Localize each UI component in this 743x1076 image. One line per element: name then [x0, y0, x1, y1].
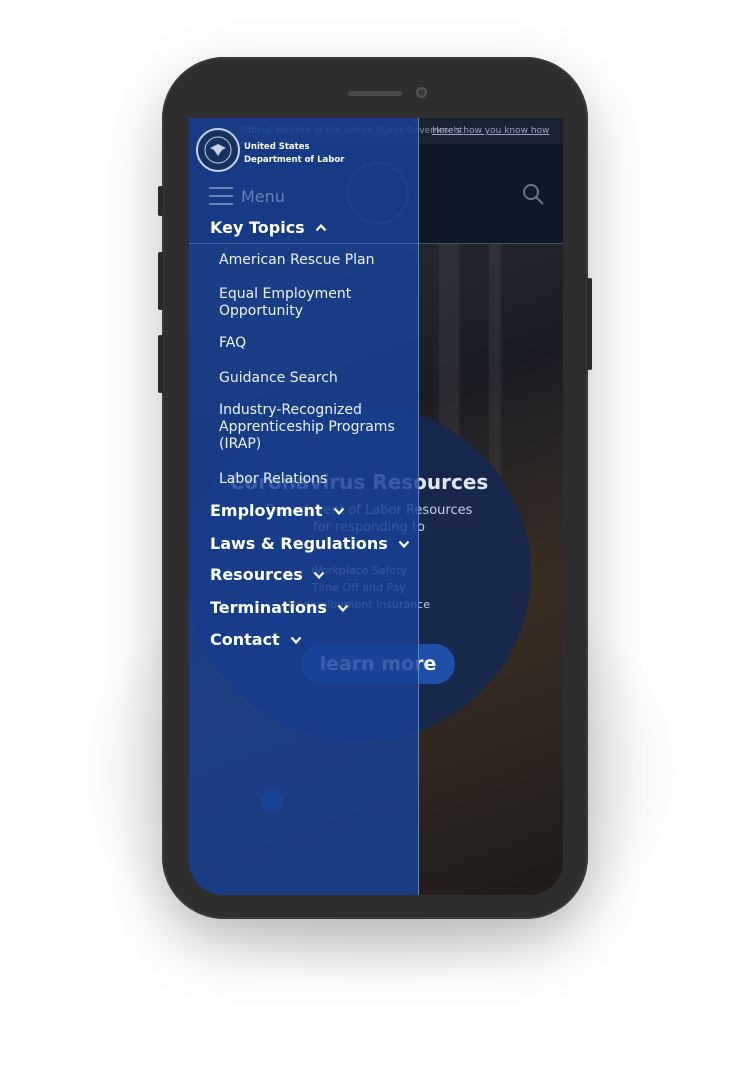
search-icon[interactable]: [521, 182, 545, 206]
submenu-item[interactable]: Industry-Recognized Apprenticeship Progr…: [219, 402, 404, 453]
menu-label: Menu: [241, 186, 285, 206]
chevron-up-icon: [315, 223, 327, 231]
nav-contact[interactable]: Contact: [210, 630, 302, 649]
nav-resources-label: Resources: [210, 565, 303, 584]
nav-employment[interactable]: Employment: [210, 501, 345, 520]
nav-key-topics-label: Key Topics: [210, 218, 305, 237]
nav-contact-label: Contact: [210, 630, 280, 649]
seal-icon[interactable]: [196, 128, 240, 172]
agency-name: United States Department of Labor: [244, 141, 344, 167]
submenu-item[interactable]: Equal Employment Opportunity: [219, 286, 399, 320]
phone-speaker: [348, 91, 402, 96]
drawer-divider: [189, 243, 563, 244]
phone-volume-down: [158, 335, 163, 393]
phone-camera: [416, 87, 427, 98]
nav-terminations[interactable]: Terminations: [210, 598, 349, 617]
phone-volume-up: [158, 252, 163, 310]
nav-employment-label: Employment: [210, 501, 323, 520]
phone-screen: Official Website of the United States Go…: [189, 118, 563, 895]
seal-emblem-icon: [204, 136, 232, 164]
navigation-drawer: United States Department of Labor Menu K…: [189, 118, 419, 895]
phone-power-button: [587, 278, 592, 370]
chevron-down-icon: [337, 604, 349, 612]
chevron-down-icon: [290, 636, 302, 644]
hero-background-detail: [439, 244, 459, 444]
submenu-item[interactable]: Labor Relations: [219, 471, 399, 488]
hero-background-detail: [489, 244, 501, 494]
nav-key-topics[interactable]: Key Topics: [210, 218, 327, 237]
gov-banner-link[interactable]: Here's how you know how: [432, 126, 549, 136]
phone-mute-switch: [158, 186, 163, 216]
agency-line-1: United States: [244, 142, 310, 152]
menu-toggle[interactable]: Menu: [209, 184, 285, 208]
nav-laws-regulations[interactable]: Laws & Regulations: [210, 534, 410, 553]
hamburger-icon: [209, 187, 233, 205]
nav-terminations-label: Terminations: [210, 598, 327, 617]
chevron-down-icon: [398, 540, 410, 548]
submenu-item[interactable]: FAQ: [219, 335, 399, 352]
nav-laws-regulations-label: Laws & Regulations: [210, 534, 388, 553]
nav-resources[interactable]: Resources: [210, 565, 325, 584]
submenu-item[interactable]: American Rescue Plan: [219, 252, 399, 269]
agency-line-2: Department of Labor: [244, 155, 345, 165]
chevron-down-icon: [313, 571, 325, 579]
submenu-item[interactable]: Guidance Search: [219, 370, 399, 387]
chevron-down-icon: [333, 507, 344, 515]
